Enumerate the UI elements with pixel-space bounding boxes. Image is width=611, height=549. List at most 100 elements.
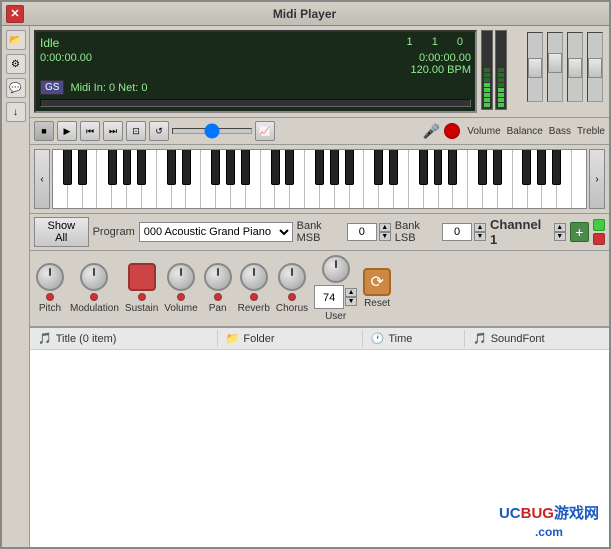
white-key[interactable] xyxy=(513,150,528,208)
sidebar-down-button[interactable]: ↓ xyxy=(6,102,26,122)
white-key[interactable] xyxy=(112,150,127,208)
watermark-com: .com xyxy=(535,525,563,539)
rewind-button[interactable]: ↺ xyxy=(149,121,169,141)
white-key[interactable] xyxy=(394,150,409,208)
white-key[interactable] xyxy=(97,150,112,208)
keyboard-prev-button[interactable]: ‹ xyxy=(34,149,50,209)
sidebar-open-button[interactable]: 📂 xyxy=(6,30,26,50)
white-key[interactable] xyxy=(528,150,543,208)
reverb-dot[interactable] xyxy=(250,293,258,301)
position-slider[interactable] xyxy=(172,128,252,134)
treble-fader-track[interactable] xyxy=(587,32,603,102)
user-up[interactable]: ▲ xyxy=(345,288,357,297)
add-channel-button[interactable]: + xyxy=(570,222,589,242)
modulation-dot[interactable] xyxy=(90,293,98,301)
mic-button[interactable]: 🎤 xyxy=(421,121,441,141)
bank-lsb-up[interactable]: ▲ xyxy=(474,223,486,232)
next-button[interactable]: ⏭ xyxy=(103,121,123,141)
white-key[interactable] xyxy=(453,150,468,208)
reset-button[interactable]: ⟳ xyxy=(363,268,391,296)
sidebar-settings-button[interactable]: ⚙ xyxy=(6,54,26,74)
sidebar-chat-button[interactable]: 💬 xyxy=(6,78,26,98)
mic-icon: 🎤 xyxy=(423,123,440,140)
stop-button[interactable]: ■ xyxy=(34,121,54,141)
white-key[interactable] xyxy=(186,150,201,208)
white-key[interactable] xyxy=(83,150,98,208)
white-key[interactable] xyxy=(572,150,586,208)
channel-up[interactable]: ▲ xyxy=(554,223,566,232)
pitch-knob[interactable] xyxy=(36,263,64,291)
white-key[interactable] xyxy=(275,150,290,208)
pan-knob[interactable] xyxy=(204,263,232,291)
pan-dot[interactable] xyxy=(214,293,222,301)
white-key[interactable] xyxy=(498,150,513,208)
white-key[interactable] xyxy=(424,150,439,208)
white-key[interactable] xyxy=(364,150,379,208)
white-key[interactable] xyxy=(542,150,557,208)
bank-msb-up[interactable]: ▲ xyxy=(379,223,391,232)
balance-fader-handle[interactable] xyxy=(548,53,562,73)
white-key[interactable] xyxy=(216,150,231,208)
white-key[interactable] xyxy=(53,150,68,208)
chorus-knob[interactable] xyxy=(278,263,306,291)
balance-label: Balance xyxy=(507,126,543,137)
keyboard-next-button[interactable]: › xyxy=(589,149,605,209)
close-button[interactable]: ✕ xyxy=(6,5,24,23)
sustain-button[interactable] xyxy=(128,263,156,291)
volume-fader-handle[interactable] xyxy=(528,58,542,78)
program-select[interactable]: 000 Acoustic Grand Piano xyxy=(139,222,293,242)
show-all-button[interactable]: Show All xyxy=(34,217,89,247)
white-key[interactable] xyxy=(305,150,320,208)
white-key[interactable] xyxy=(379,150,394,208)
bank-msb-input[interactable] xyxy=(347,223,377,241)
white-key[interactable] xyxy=(172,150,187,208)
white-key[interactable] xyxy=(439,150,454,208)
user-down[interactable]: ▼ xyxy=(345,297,357,306)
bass-fader-track[interactable] xyxy=(567,32,583,102)
loop-button[interactable]: ⊡ xyxy=(126,121,146,141)
modulation-knob[interactable] xyxy=(80,263,108,291)
white-key[interactable] xyxy=(231,150,246,208)
volume-fader-group xyxy=(527,32,543,111)
treble-fader-handle[interactable] xyxy=(588,58,602,78)
record-button[interactable] xyxy=(444,123,460,139)
white-key[interactable] xyxy=(246,150,261,208)
white-key[interactable] xyxy=(290,150,305,208)
prev-button[interactable]: ⏮ xyxy=(80,121,100,141)
graph-button[interactable]: 📈 xyxy=(255,121,275,141)
play-icon: ▶ xyxy=(64,126,71,137)
volume-fader-track[interactable] xyxy=(527,32,543,102)
white-key[interactable] xyxy=(127,150,142,208)
volume-knob[interactable] xyxy=(167,263,195,291)
reverb-knob[interactable] xyxy=(240,263,268,291)
bank-lsb-input[interactable] xyxy=(442,223,472,241)
white-key[interactable] xyxy=(468,150,483,208)
white-key[interactable] xyxy=(350,150,365,208)
bank-msb-down[interactable]: ▼ xyxy=(379,232,391,241)
play-button[interactable]: ▶ xyxy=(57,121,77,141)
chorus-dot[interactable] xyxy=(288,293,296,301)
bank-lsb-down[interactable]: ▼ xyxy=(474,232,486,241)
white-key[interactable] xyxy=(201,150,216,208)
channel-down[interactable]: ▼ xyxy=(554,232,566,241)
sustain-dot[interactable] xyxy=(138,293,146,301)
white-key[interactable] xyxy=(483,150,498,208)
white-key[interactable] xyxy=(261,150,276,208)
white-key[interactable] xyxy=(68,150,83,208)
keyboard-section: ‹ .wkey { flex:1; height:100%; xyxy=(30,144,609,214)
pitch-dot[interactable] xyxy=(46,293,54,301)
knobs-row: Pitch Modulation Sustain xyxy=(30,251,609,327)
white-key[interactable] xyxy=(157,150,172,208)
white-key[interactable] xyxy=(557,150,572,208)
chat-icon: 💬 xyxy=(9,83,21,94)
piano-keyboard[interactable]: .wkey { flex:1; height:100%; background:… xyxy=(52,149,587,209)
bass-fader-handle[interactable] xyxy=(568,58,582,78)
progress-bar[interactable] xyxy=(40,99,471,107)
user-knob[interactable] xyxy=(322,255,350,283)
balance-fader-track[interactable] xyxy=(547,32,563,102)
white-key[interactable] xyxy=(142,150,157,208)
white-key[interactable] xyxy=(335,150,350,208)
volume-dot[interactable] xyxy=(177,293,185,301)
white-key[interactable] xyxy=(409,150,424,208)
white-key[interactable] xyxy=(320,150,335,208)
